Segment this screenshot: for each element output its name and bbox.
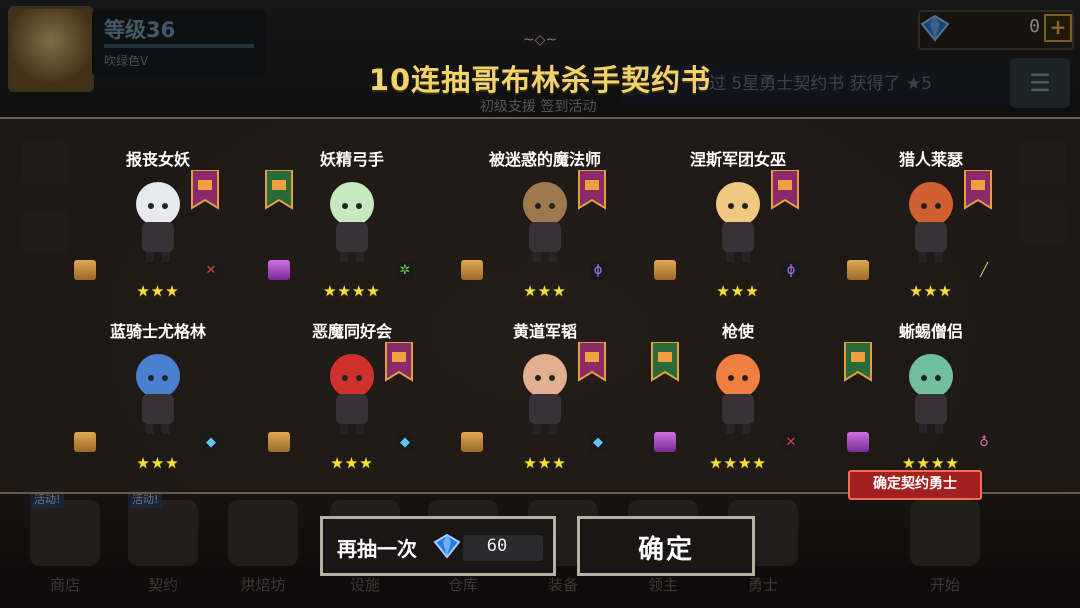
contract-scroll-icon: [268, 432, 290, 452]
contract-scroll-icon: [654, 432, 676, 452]
class-banner-icon: [844, 342, 872, 382]
contract-scroll-icon: [74, 260, 96, 280]
summon-again-button[interactable]: 再抽一次 60: [320, 516, 556, 576]
hero-sprite: [909, 182, 953, 262]
class-banner-icon: [191, 170, 219, 210]
diamond-icon: [433, 533, 461, 559]
hero-name: 被迷惑的魔法师: [488, 150, 601, 169]
hero-sprite: [330, 354, 374, 434]
weapon-type-icon: ✕: [202, 262, 220, 280]
weapon-type-icon: ◆: [589, 434, 607, 452]
hero-card[interactable]: 涅斯军团女巫 ϕ ★★★: [648, 140, 828, 310]
hero-name: 恶魔同好会: [311, 322, 392, 341]
star-rating: ★★★: [909, 282, 953, 300]
class-banner-icon: [385, 342, 413, 382]
contract-scroll-icon: [847, 260, 869, 280]
confirm-heroes-tag: 确定契约勇士: [848, 470, 982, 500]
hero-sprite: [523, 182, 567, 262]
weapon-type-icon: ╱: [975, 262, 993, 280]
hero-name: 妖精弓手: [319, 150, 384, 169]
class-banner-icon: [265, 170, 293, 210]
hero-sprite: [716, 354, 760, 434]
contract-scroll-icon: [847, 432, 869, 452]
contract-scroll-icon: [461, 260, 483, 280]
summon-cost: 60: [486, 536, 508, 556]
contract-scroll-icon: [74, 432, 96, 452]
star-rating: ★★★: [330, 454, 374, 472]
hero-name: 涅斯军团女巫: [689, 150, 786, 169]
star-rating: ★★★: [523, 454, 567, 472]
hero-card[interactable]: 蜥蜴僧侣 ♁ ★★★★: [841, 312, 1021, 482]
class-banner-icon: [651, 342, 679, 382]
class-banner-icon: [964, 170, 992, 210]
hero-card[interactable]: 被迷惑的魔法师 ϕ ★★★: [455, 140, 635, 310]
weapon-type-icon: ◆: [202, 434, 220, 452]
confirm-label: 确定: [637, 535, 694, 565]
weapon-type-icon: ✲: [396, 262, 414, 280]
hero-card[interactable]: 黄道军韬 ◆ ★★★: [455, 312, 635, 482]
hero-card[interactable]: 猎人莱瑟 ╱ ★★★: [841, 140, 1021, 310]
class-banner-icon: [578, 170, 606, 210]
hero-name: 枪使: [721, 322, 754, 341]
confirm-button[interactable]: 确定: [577, 516, 755, 576]
hero-card[interactable]: 报丧女妖 ✕ ★★★: [68, 140, 248, 310]
weapon-type-icon: ϕ: [589, 262, 607, 280]
hero-name: 猎人莱瑟: [898, 150, 963, 169]
class-banner-icon: [771, 170, 799, 210]
hero-sprite: [330, 182, 374, 262]
star-rating: ★★★: [136, 454, 180, 472]
star-rating: ★★★★: [709, 454, 767, 472]
title-ornament: ~◇~: [522, 32, 558, 48]
modal-title: 10连抽哥布林杀手契约书: [368, 63, 712, 97]
contract-scroll-icon: [461, 432, 483, 452]
star-rating: ★★★★: [323, 282, 381, 300]
hero-card[interactable]: 蓝骑士尤格林 ◆ ★★★: [68, 312, 248, 482]
contract-scroll-icon: [654, 260, 676, 280]
hero-name: 黄道军韬: [512, 322, 577, 341]
contract-scroll-icon: [268, 260, 290, 280]
hero-card[interactable]: 恶魔同好会 ◆ ★★★: [262, 312, 442, 482]
hero-card[interactable]: 枪使 ✕ ★★★★: [648, 312, 828, 482]
star-rating: ★★★: [136, 282, 180, 300]
class-banner-icon: [578, 342, 606, 382]
hero-name: 报丧女妖: [125, 150, 190, 169]
star-rating: ★★★: [523, 282, 567, 300]
hero-sprite: [909, 354, 953, 434]
hero-sprite: [136, 182, 180, 262]
weapon-type-icon: ♁: [975, 434, 993, 452]
hero-name: 蜥蜴僧侣: [898, 322, 963, 341]
weapon-type-icon: ✕: [782, 434, 800, 452]
weapon-type-icon: ϕ: [782, 262, 800, 280]
hero-sprite: [716, 182, 760, 262]
hero-sprite: [136, 354, 180, 434]
star-rating: ★★★: [716, 282, 760, 300]
summon-again-label: 再抽一次: [337, 537, 417, 561]
hero-sprite: [523, 354, 567, 434]
hero-card[interactable]: 妖精弓手 ✲ ★★★★: [262, 140, 442, 310]
hero-name: 蓝骑士尤格林: [109, 322, 206, 341]
weapon-type-icon: ◆: [396, 434, 414, 452]
